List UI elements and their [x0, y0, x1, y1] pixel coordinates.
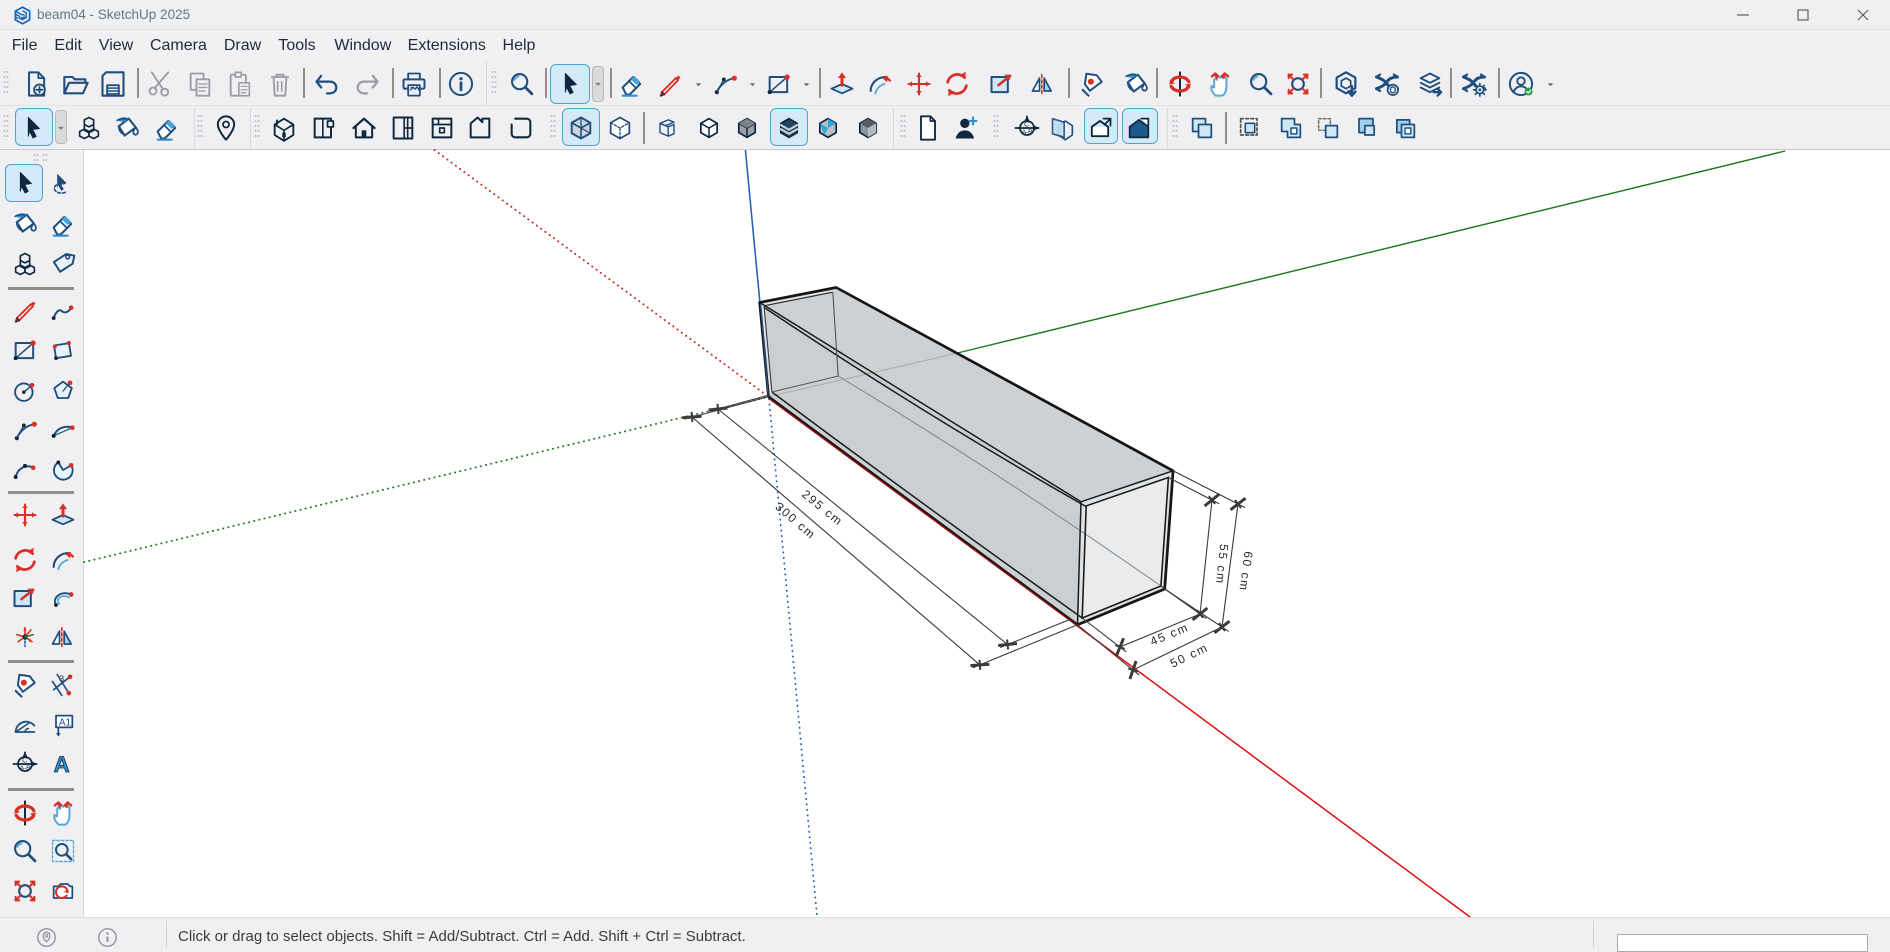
- svg-text:A-B: A-B: [20, 765, 31, 772]
- svg-text:C: C: [22, 757, 27, 764]
- svg-text:A-B: A-B: [1022, 129, 1033, 136]
- svg-text:3: 3: [60, 675, 65, 684]
- svg-text:C: C: [1024, 121, 1029, 128]
- svg-text:A1: A1: [59, 718, 72, 729]
- svg-text:A: A: [54, 752, 70, 777]
